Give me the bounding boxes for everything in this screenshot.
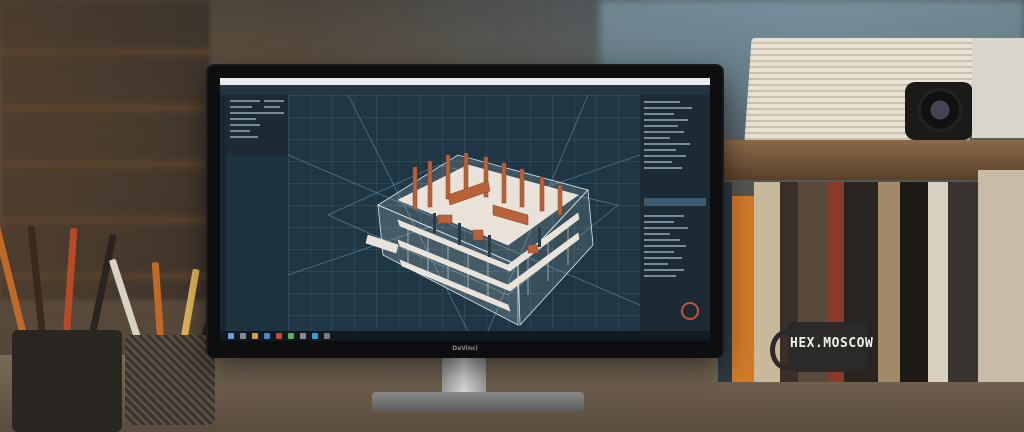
left-panel <box>226 95 288 155</box>
taskbar-icon[interactable] <box>252 333 258 339</box>
taskbar-icon[interactable] <box>240 333 246 339</box>
start-icon[interactable] <box>228 333 234 339</box>
monitor-brand: DaVinci <box>452 345 478 352</box>
camera-lens <box>918 88 962 132</box>
book <box>948 182 978 382</box>
taskbar-icon[interactable] <box>312 333 318 339</box>
book <box>732 196 754 382</box>
mug-text: HEX.MOSCOW <box>790 336 874 351</box>
nav-cube-icon[interactable] <box>681 302 699 320</box>
book <box>928 182 948 382</box>
taskbar-icon[interactable] <box>324 333 330 339</box>
properties-panel <box>640 95 710 331</box>
window-titlebar <box>220 78 710 85</box>
taskbar-icon[interactable] <box>276 333 282 339</box>
taskbar-icon[interactable] <box>264 333 270 339</box>
book <box>878 182 900 382</box>
monitor-stand-foot <box>372 392 584 412</box>
panel-header <box>644 198 706 206</box>
taskbar-icon[interactable] <box>288 333 294 339</box>
3d-viewport[interactable] <box>287 94 641 332</box>
building-model-icon <box>287 94 641 332</box>
taskbar-icon[interactable] <box>300 333 306 339</box>
monitor-screen <box>220 78 710 341</box>
mesh-pencil-cup <box>125 335 215 425</box>
pencil-cup-right <box>972 38 1024 138</box>
pencil-cup-left <box>12 330 122 432</box>
book <box>900 182 928 382</box>
office-scene: HEX.MOSCOW DaVinci <box>0 0 1024 432</box>
book <box>978 170 1024 382</box>
